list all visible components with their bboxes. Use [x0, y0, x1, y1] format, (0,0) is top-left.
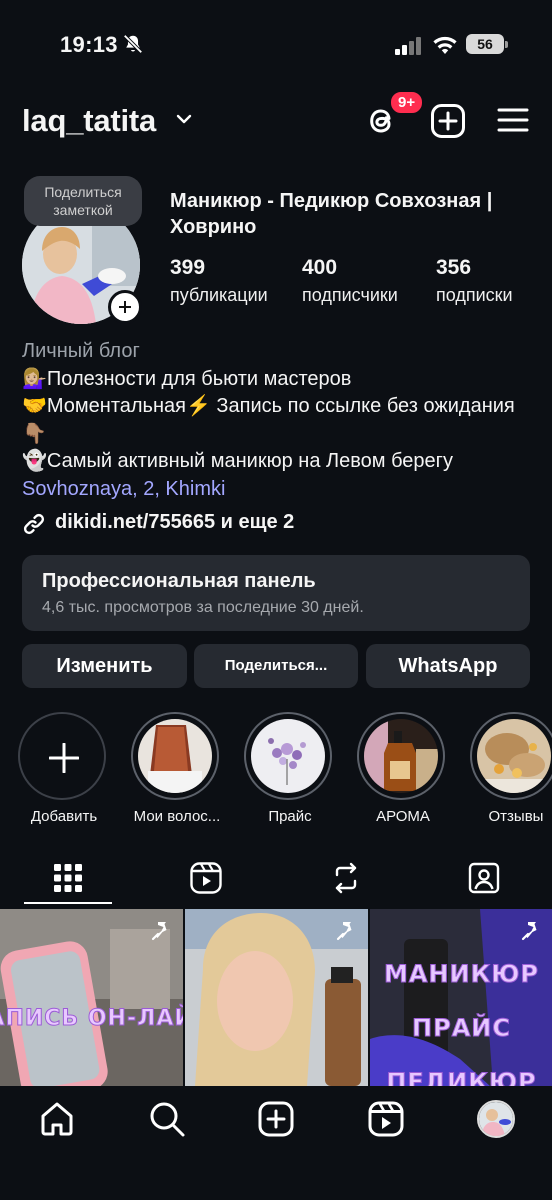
highlight-cover[interactable] — [357, 712, 445, 800]
reels-nav-icon[interactable] — [367, 1100, 405, 1138]
posts-label: публикации — [170, 285, 268, 305]
highlight-new[interactable]: Добавить — [18, 712, 110, 825]
tab-tagged[interactable] — [440, 855, 528, 907]
bottom-navigation — [0, 1086, 552, 1200]
highlight-item[interactable]: Прайс — [244, 712, 336, 825]
pin-icon — [151, 922, 167, 941]
share-note-bubble[interactable]: Поделиться заметкой — [24, 176, 142, 226]
highlight-cover[interactable] — [470, 712, 552, 800]
professional-dashboard[interactable]: Профессиональная панель 4,6 тыс. просмот… — [22, 555, 530, 631]
status-time: 19:13 — [60, 32, 118, 57]
link-icon — [23, 513, 45, 535]
battery-indicator: 56 — [466, 34, 508, 54]
followers-stat[interactable]: 400 подписчики — [302, 256, 398, 306]
posts-stat[interactable]: 399 публикации — [170, 256, 268, 306]
pin-icon — [336, 922, 352, 941]
highlight-label: Отзывы — [488, 808, 544, 825]
highlight-item[interactable]: Отзывы — [470, 712, 552, 825]
highlight-label: Мои волос... — [133, 808, 221, 825]
followers-label: подписчики — [302, 285, 398, 305]
avatar-thumbnail — [479, 1102, 513, 1136]
pin-icon — [521, 922, 537, 941]
chevron-down-icon[interactable] — [176, 113, 192, 125]
username-switcher[interactable]: laq_tatita — [22, 103, 156, 139]
share-profile-button[interactable]: Поделиться... — [194, 644, 358, 688]
highlight-image — [477, 719, 551, 793]
hamburger-menu-icon[interactable] — [496, 105, 530, 135]
following-label: подписки — [436, 285, 513, 305]
post-thumbnail[interactable]: МАНИКЮР ПРАЙС ПЕДИКЮР — [370, 909, 552, 1086]
notification-badge: 9+ — [389, 90, 425, 115]
bio-category: Личный блог — [22, 340, 140, 362]
repost-icon — [335, 862, 357, 894]
story-highlights: Добавить Мои волос... Прайс АРОМА Отзывы — [0, 712, 552, 832]
create-icon[interactable] — [257, 1100, 295, 1138]
pro-panel-subtitle: 4,6 тыс. просмотров за последние 30 дней… — [42, 599, 364, 616]
highlight-label: АРОМА — [376, 808, 430, 825]
highlight-label: Добавить — [30, 808, 98, 825]
bio-location-link[interactable]: Sovhoznaya, 2, Khimki — [22, 476, 532, 504]
highlight-item[interactable]: АРОМА — [357, 712, 449, 825]
pro-panel-title: Профессиональная панель — [42, 570, 316, 592]
highlight-image — [138, 719, 212, 793]
highlight-item[interactable]: Мои волос... — [131, 712, 223, 825]
wifi-icon — [433, 36, 457, 54]
following-stat[interactable]: 356 подписки — [436, 256, 513, 306]
whatsapp-button[interactable]: WhatsApp — [366, 644, 530, 688]
profile-tabs — [0, 855, 552, 907]
profile-header: laq_tatita 9+ — [0, 90, 552, 150]
posts-grid: ЗАПИСЬ ОН-ЛАЙН МАНИКЮР ПРАЙС ПЕДИКЮ — [0, 909, 552, 1086]
search-icon[interactable] — [148, 1100, 186, 1138]
post-thumbnail[interactable]: ЗАПИСЬ ОН-ЛАЙН — [0, 909, 183, 1086]
add-story-button[interactable] — [108, 290, 142, 324]
bio-link-text[interactable]: dikidi.net/755665 и еще 2 — [55, 511, 294, 534]
status-bar: 19:13 56 — [0, 0, 552, 90]
profile-display-name: Маникюр - Педикюр Совхозная | Ховрино — [170, 190, 493, 238]
highlight-image — [251, 719, 325, 793]
edit-profile-button[interactable]: Изменить — [22, 644, 187, 688]
bio-line: 👻Самый активный маникюр на Левом берегу — [22, 450, 453, 472]
create-post-icon[interactable] — [430, 103, 466, 139]
bio-line: 💁🏼‍♀️Полезности для бьюти мастеров — [22, 367, 352, 390]
cellular-signal-icon — [395, 37, 421, 55]
bio-line: 🤝Моментальная⚡️ Запись по ссылке без ожи… — [22, 395, 515, 445]
profile-stats: 399 публикации 400 подписчики 356 подпис… — [170, 256, 540, 316]
highlight-cover[interactable] — [131, 712, 219, 800]
grid-icon — [54, 864, 82, 892]
bio: Личный блог 💁🏼‍♀️Полезности для бьюти ма… — [22, 338, 532, 503]
tagged-person-icon — [468, 862, 500, 894]
tab-posts-grid[interactable] — [24, 855, 112, 907]
plus-icon — [49, 743, 79, 773]
tab-reposts[interactable] — [302, 855, 390, 907]
highlight-add-circle[interactable] — [18, 712, 106, 800]
highlight-cover[interactable] — [244, 712, 332, 800]
followers-count: 400 — [302, 256, 338, 279]
post-overlay-text: ЗАПИСЬ ОН-ЛАЙН — [0, 1005, 183, 1031]
highlight-image — [364, 719, 438, 793]
home-icon[interactable] — [38, 1100, 76, 1138]
post-thumbnail[interactable] — [185, 909, 368, 1086]
highlight-label: Прайс — [268, 808, 312, 825]
active-tab-indicator — [24, 902, 112, 904]
reels-icon — [190, 862, 222, 894]
profile-avatar-tab[interactable] — [477, 1100, 515, 1138]
tab-reels[interactable] — [162, 855, 250, 907]
avatar-block: Поделиться заметкой — [22, 176, 142, 324]
post-overlay-text: МАНИКЮР ПРАЙС ПЕДИКЮР — [383, 960, 539, 1087]
following-count: 356 — [436, 256, 472, 279]
posts-count: 399 — [170, 256, 206, 279]
bell-muted-icon — [123, 34, 143, 54]
